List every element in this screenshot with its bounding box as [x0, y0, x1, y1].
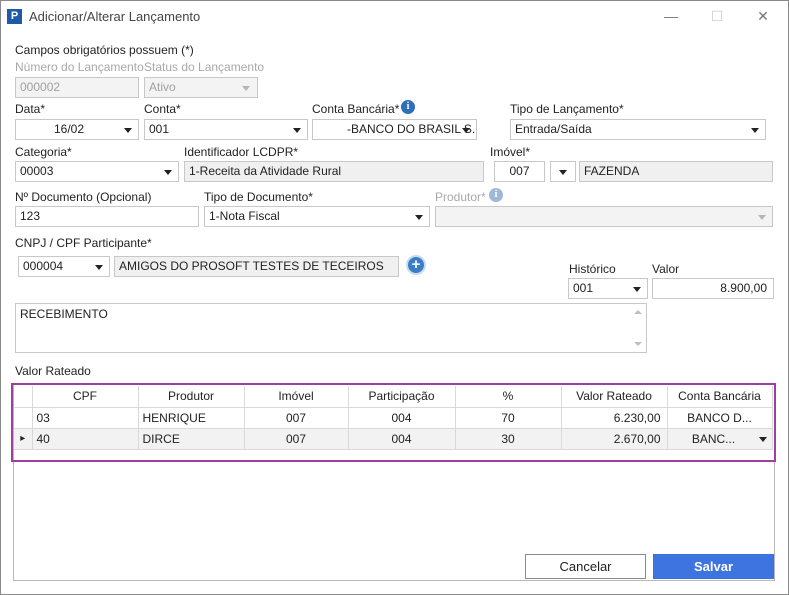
historico-value: 001	[573, 281, 594, 295]
required-note: Campos obrigatórios possuem (*)	[15, 43, 194, 57]
participante-code: 000004	[23, 259, 64, 273]
minimize-button[interactable]: —	[653, 5, 689, 27]
conta-bancaria-value: -BANCO DO BRASIL S.	[347, 122, 476, 136]
tipo-documento-label: Tipo de Documento*	[204, 190, 313, 204]
title-bar: P Adicionar/Alterar Lançamento — ☐ ✕	[1, 1, 788, 31]
description-textarea[interactable]: RECEBIMENTO	[15, 303, 647, 353]
produtor-label: Produtor*	[435, 190, 486, 204]
status-select: Ativo	[144, 77, 258, 98]
imovel-name-field: FAZENDA	[579, 161, 773, 182]
chevron-down-icon	[559, 170, 567, 175]
conta-value: 001	[149, 122, 170, 136]
status-label: Status do Lançamento	[144, 60, 265, 74]
cancel-button[interactable]: Cancelar	[525, 554, 646, 579]
chevron-down-icon	[293, 128, 301, 133]
numero-field: 000002	[15, 77, 139, 98]
documento-field[interactable]: 123	[15, 206, 199, 227]
participante-label: CNPJ / CPF Participante*	[15, 236, 152, 250]
grid-highlight-frame	[11, 383, 776, 462]
data-select[interactable]: 16/02	[15, 119, 139, 140]
imovel-code-field[interactable]: 007	[494, 161, 545, 182]
categoria-label: Categoria*	[15, 145, 72, 159]
description-text: RECEBIMENTO	[20, 307, 108, 321]
conta-bancaria-label: Conta Bancária*	[312, 102, 400, 116]
chevron-down-icon	[415, 215, 423, 220]
categoria-value: 00003	[20, 164, 54, 178]
rateado-label: Valor Rateado	[15, 364, 91, 378]
lcdpr-label: Identificador LCDPR*	[184, 145, 299, 159]
numero-label: Número do Lançamento	[15, 60, 144, 74]
chevron-down-icon	[462, 128, 470, 133]
tipo-lancamento-select[interactable]: Entrada/Saída	[510, 119, 766, 140]
tipo-documento-select[interactable]: 1-Nota Fiscal	[204, 206, 430, 227]
valor-label: Valor	[652, 262, 680, 276]
documento-label: Nº Documento (Opcional)	[15, 190, 152, 204]
maximize-button[interactable]: ☐	[699, 5, 735, 27]
close-button[interactable]: ✕	[745, 5, 781, 27]
tipo-documento-value: 1-Nota Fiscal	[209, 209, 280, 223]
chevron-down-icon	[633, 287, 641, 292]
valor-field[interactable]: 8.900,00	[652, 278, 774, 299]
add-participant-icon[interactable]: +	[406, 255, 426, 275]
dialog-window: P Adicionar/Alterar Lançamento — ☐ ✕ Cam…	[0, 0, 789, 595]
chevron-down-icon	[242, 86, 250, 91]
scroll-up-icon	[634, 310, 642, 314]
chevron-down-icon	[758, 215, 766, 220]
window-title: Adicionar/Alterar Lançamento	[29, 9, 201, 24]
categoria-select[interactable]: 00003	[15, 161, 179, 182]
participante-name-field: AMIGOS DO PROSOFT TESTES DE TECEIROS	[114, 256, 399, 277]
imovel-label: Imóvel*	[490, 145, 531, 159]
chevron-down-icon	[124, 128, 132, 133]
chevron-down-icon	[164, 170, 172, 175]
textarea-scrollbar[interactable]	[629, 304, 646, 352]
produtor-select	[435, 206, 773, 227]
chevron-down-icon	[751, 128, 759, 133]
scroll-down-icon	[634, 342, 642, 346]
status-value: Ativo	[149, 80, 176, 94]
conta-select[interactable]: 001	[144, 119, 308, 140]
info-icon[interactable]: i	[401, 100, 415, 114]
historico-select[interactable]: 001	[568, 278, 648, 299]
imovel-dropdown-button[interactable]	[550, 161, 576, 182]
conta-bancaria-select[interactable]: -BANCO DO BRASIL S.	[312, 119, 477, 140]
save-button[interactable]: Salvar	[653, 554, 774, 579]
lcdpr-field: 1-Receita da Atividade Rural	[184, 161, 484, 182]
data-label: Data*	[15, 102, 46, 116]
chevron-down-icon	[95, 265, 103, 270]
historico-label: Histórico	[569, 262, 616, 276]
tipo-lancamento-value: Entrada/Saída	[515, 122, 592, 136]
tipo-lancamento-label: Tipo de Lançamento*	[510, 102, 624, 116]
app-logo-icon: P	[7, 9, 22, 24]
participante-code-select[interactable]: 000004	[18, 256, 110, 277]
data-value: 16/02	[53, 122, 85, 136]
info-icon: i	[489, 188, 503, 202]
conta-label: Conta*	[144, 102, 181, 116]
